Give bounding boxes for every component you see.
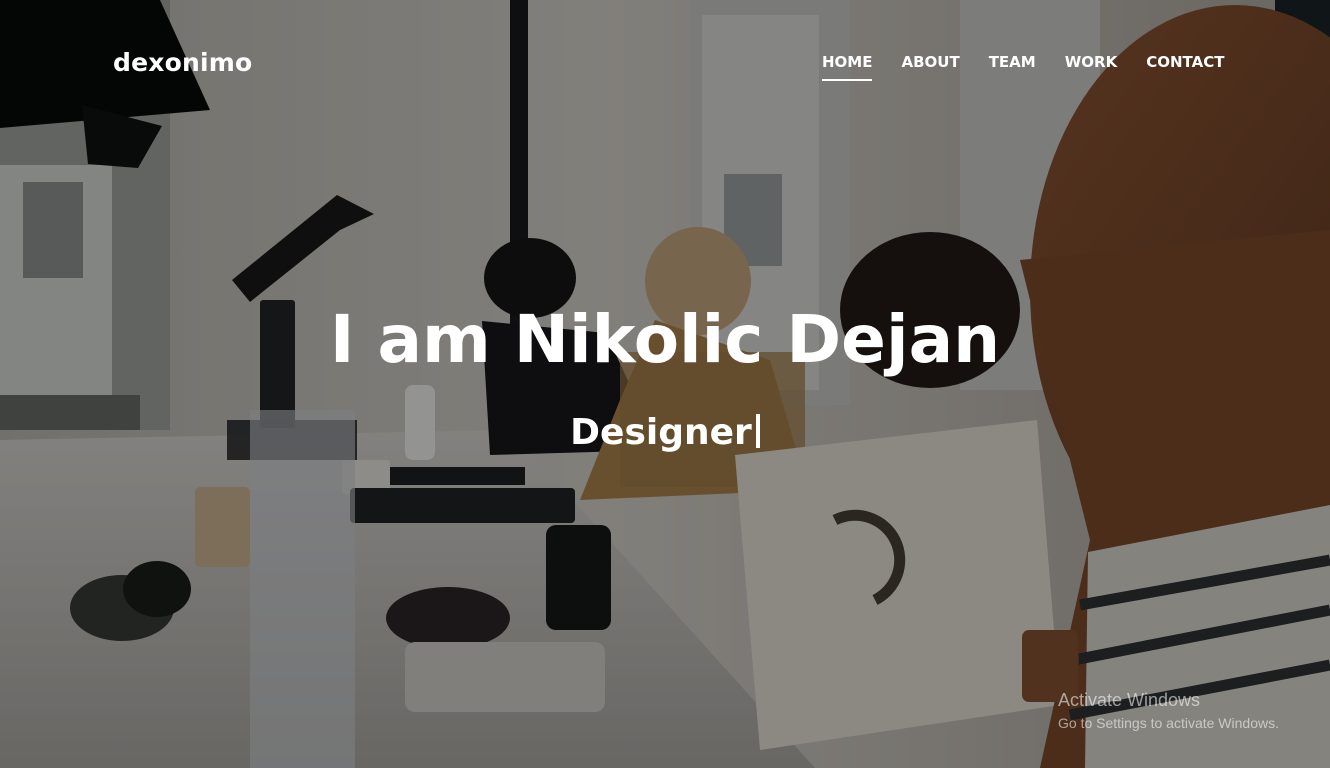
- activation-message: Go to Settings to activate Windows.: [1058, 715, 1279, 731]
- nav-home-link[interactable]: HOME: [822, 51, 873, 81]
- brand-logo-link[interactable]: dexonimo: [113, 45, 252, 81]
- hero-subtitle-typing: Designer: [0, 407, 1330, 459]
- nav-team-link[interactable]: TEAM: [989, 51, 1036, 81]
- top-navbar: dexonimo HOME ABOUT TEAM WORK CONTACT: [0, 0, 1330, 128]
- hero-title: I am Nikolic Dejan: [329, 301, 1001, 378]
- main-navigation: HOME ABOUT TEAM WORK CONTACT: [822, 51, 1224, 81]
- windows-activation-watermark: Activate Windows Go to Settings to activ…: [1058, 687, 1318, 733]
- hero-section: dexonimo HOME ABOUT TEAM WORK CONTACT I …: [0, 0, 1330, 768]
- nav-work-link[interactable]: WORK: [1065, 51, 1117, 81]
- nav-about-link[interactable]: ABOUT: [901, 51, 959, 81]
- activation-title: Activate Windows: [1058, 690, 1201, 710]
- typed-role-text: Designer: [570, 412, 752, 453]
- typing-cursor: [755, 414, 760, 448]
- nav-contact-link[interactable]: CONTACT: [1146, 51, 1224, 81]
